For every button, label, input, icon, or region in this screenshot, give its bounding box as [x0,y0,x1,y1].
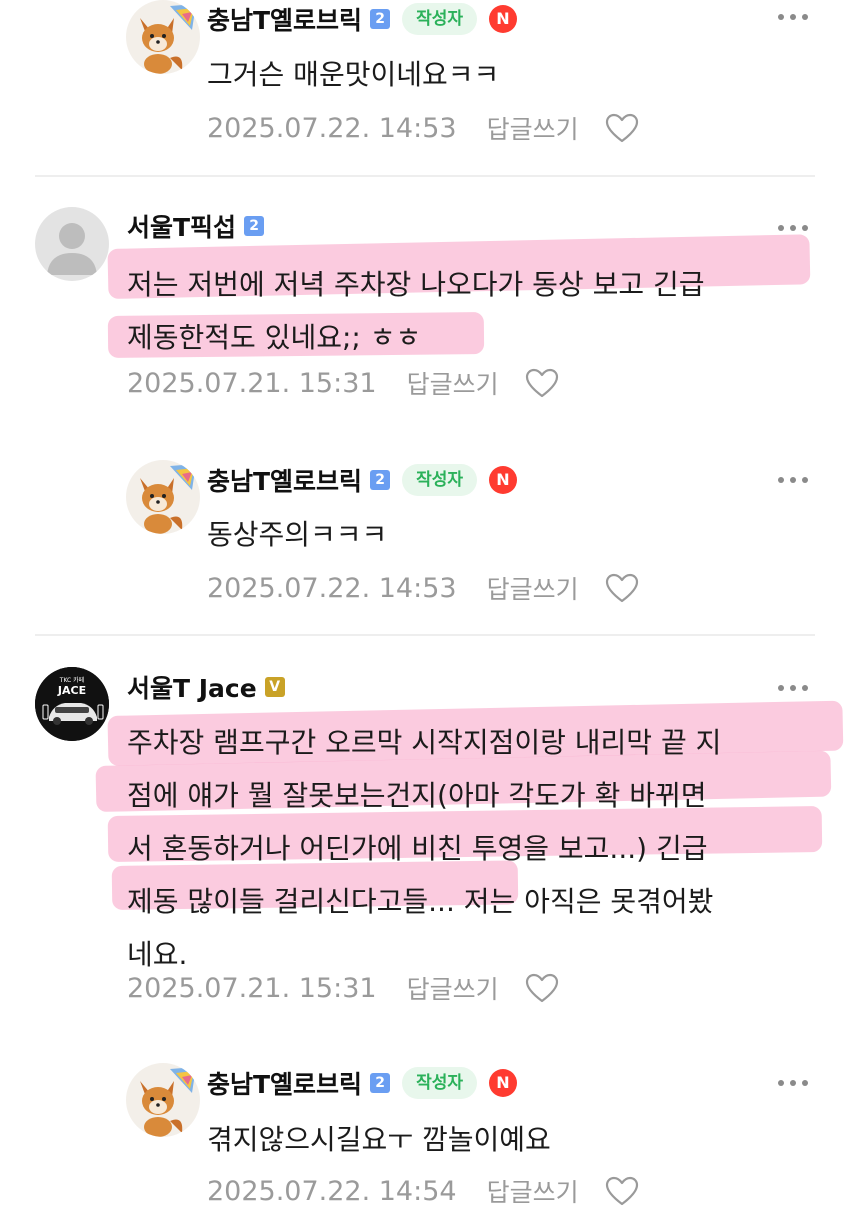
divider [35,175,815,177]
author-name: 충남T옐로브릭 [207,467,363,496]
comment-date: 2025.07.22. 14:54 [207,1175,457,1207]
comment-date: 2025.07.22. 14:53 [207,112,457,144]
reply-button[interactable]: 답글쓰기 [407,365,499,401]
writer-badge: 작성자 [402,1067,477,1099]
comment-text: 겪지않으시길요ㅜ 깜놀이예요 [207,1123,551,1156]
comment-date: 2025.07.21. 15:31 [127,972,377,1004]
comment-author[interactable]: 서울T Jace V [127,670,285,704]
more-options-icon[interactable] [778,12,808,22]
comment-text: 그거슨 매운맛이네요ㅋㅋ [207,58,500,91]
avatar[interactable] [35,207,109,281]
more-options-icon[interactable] [778,1078,808,1088]
like-heart-icon[interactable] [525,368,559,398]
more-options-icon[interactable] [778,223,808,233]
writer-badge: 작성자 [402,3,477,35]
divider [35,634,815,636]
like-heart-icon[interactable] [605,113,639,143]
fox-avatar-icon [126,0,200,74]
comment-meta: 2025.07.21. 15:31 답글쓰기 [127,365,559,401]
reply-button[interactable]: 답글쓰기 [407,970,499,1006]
reply-button[interactable]: 답글쓰기 [487,110,579,146]
avatar-label: JACE [57,684,86,697]
comment-text: 저는 저번에 저녁 주차장 나오다가 동상 보고 긴급 제동한적도 있네요;; … [127,268,705,354]
like-heart-icon[interactable] [525,973,559,1003]
comment-text: 주차장 램프구간 오르막 시작지점이랑 내리막 끝 지 점에 얘가 뭘 잘못보는… [127,726,722,971]
grade-badge: V [264,677,285,697]
comment-meta: 2025.07.21. 15:31 답글쓰기 [127,970,559,1006]
default-user-avatar-icon [35,207,109,281]
author-name: 서울T픽섭 [127,213,237,242]
like-heart-icon[interactable] [605,573,639,603]
comment-author[interactable]: 충남T옐로브릭 2 작성자 N [207,2,517,36]
comment-meta: 2025.07.22. 14:54 답글쓰기 [207,1173,639,1209]
avatar[interactable] [126,0,200,74]
grade-badge: 2 [370,470,391,490]
author-name: 충남T옐로브릭 [207,1070,363,1099]
comment-date: 2025.07.21. 15:31 [127,367,377,399]
reply-button[interactable]: 답글쓰기 [487,570,579,606]
comment-date: 2025.07.22. 14:53 [207,572,457,604]
writer-badge: 작성자 [402,464,477,496]
avatar[interactable] [126,1063,200,1137]
comment-author[interactable]: 충남T옐로브릭 2 작성자 N [207,1066,517,1100]
like-heart-icon[interactable] [605,1176,639,1206]
fox-avatar-icon [126,460,200,534]
grade-badge: 2 [244,216,265,236]
comment-author[interactable]: 서울T픽섭 2 [127,209,265,243]
comment-author[interactable]: 충남T옐로브릭 2 작성자 N [207,463,517,497]
reply-button[interactable]: 답글쓰기 [487,1173,579,1209]
new-badge: N [488,1069,517,1097]
avatar-cafe-label: TKC 카페 [59,676,84,684]
comment-meta: 2025.07.22. 14:53 답글쓰기 [207,570,639,606]
grade-badge: 2 [370,9,391,29]
avatar[interactable]: TKC 카페 JACE [35,667,109,741]
avatar[interactable] [126,460,200,534]
author-name: 충남T옐로브릭 [207,6,363,35]
author-name: 서울T Jace [127,674,257,703]
fox-avatar-icon [126,1063,200,1137]
more-options-icon[interactable] [778,475,808,485]
comment-meta: 2025.07.22. 14:53 답글쓰기 [207,110,639,146]
grade-badge: 2 [370,1073,391,1093]
new-badge: N [488,466,517,494]
tesla-car-avatar-icon: TKC 카페 JACE [35,667,109,741]
new-badge: N [488,5,517,33]
comment-text: 동상주의ㅋㅋㅋ [207,518,388,551]
more-options-icon[interactable] [778,683,808,693]
